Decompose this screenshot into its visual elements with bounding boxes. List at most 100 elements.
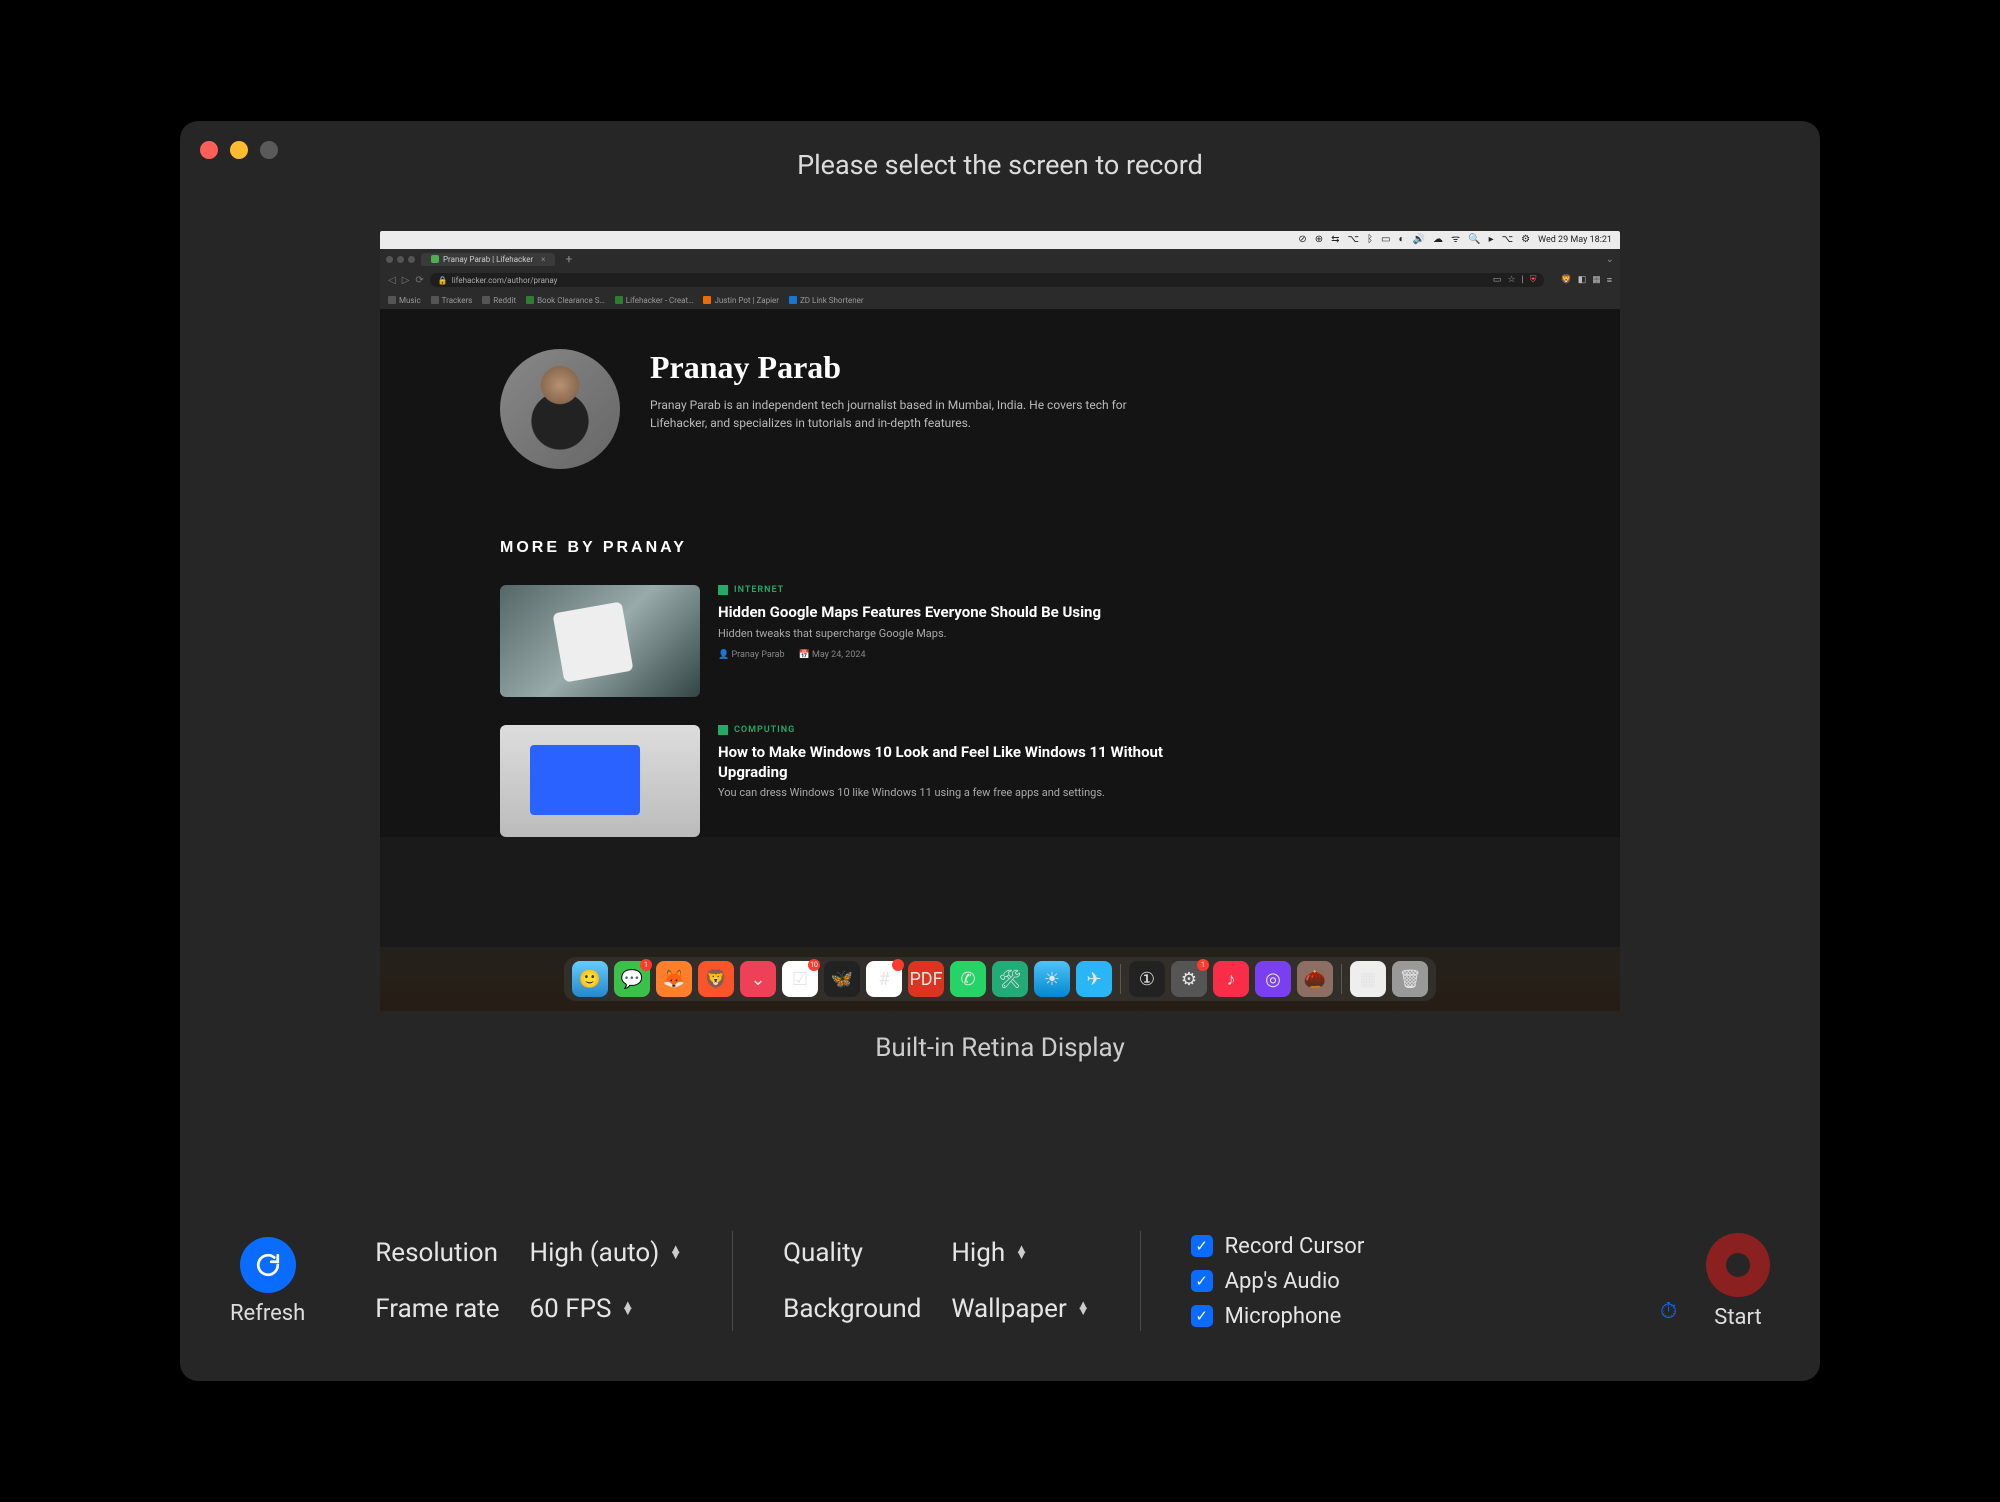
article-description: Hidden tweaks that supercharge Google Ma… <box>718 627 1101 640</box>
dock-app-tools: 🛠 <box>992 961 1028 997</box>
dock-app-butterfly: 🦋 <box>824 961 860 997</box>
screen-thumbnail[interactable]: ⊘ ⊕ ⇆ ⌥ ᛒ ▭ ◐ 🔊 ☁ ᯤ 🔍 ▸ ⌥ ⚙ Wed 29 May 1… <box>380 231 1620 1011</box>
browser-window-dot <box>386 256 393 263</box>
volume-icon: 🔊 <box>1413 235 1425 245</box>
article-author: Pranay Parab <box>731 650 784 660</box>
menubar-icon: ⌥ <box>1348 235 1360 245</box>
record-cursor-checkbox[interactable]: ✓ Record Cursor <box>1191 1234 1365 1259</box>
menubar-clock: Wed 29 May 18:21 <box>1538 235 1612 245</box>
bookmark-item: Reddit <box>493 296 516 305</box>
section-heading: MORE BY PRANAY <box>500 539 1500 557</box>
forward-icon: ▷ <box>402 275 410 286</box>
framerate-select[interactable]: 60 FPS ▲▼ <box>530 1294 683 1324</box>
calendar-icon: 📅 <box>799 650 810 660</box>
divider: | <box>1522 275 1524 285</box>
reload-icon: ⟳ <box>415 275 423 286</box>
refresh-icon <box>255 1252 281 1278</box>
close-window-button[interactable] <box>200 141 218 159</box>
checkbox-label: App's Audio <box>1225 1269 1340 1294</box>
start-record-button[interactable] <box>1706 1233 1770 1297</box>
close-tab-icon: × <box>541 255 545 264</box>
extension-icon: ◧ <box>1578 275 1587 286</box>
framerate-value: 60 FPS <box>530 1294 612 1324</box>
dock: 🙂 💬1 🦊 🦁 ⌄ ☑10 🦋 # PDF ✆ 🛠 ☀ ✈ ① ⚙1 <box>564 957 1436 1001</box>
quality-select[interactable]: High ▲▼ <box>951 1238 1089 1268</box>
background-value: Wallpaper <box>951 1294 1066 1324</box>
microphone-checkbox[interactable]: ✓ Microphone <box>1191 1304 1365 1329</box>
webpage-content: Pranay Parab Pranay Parab is an independ… <box>380 309 1620 837</box>
dock-app-pdf: PDF <box>908 961 944 997</box>
refresh-button[interactable] <box>240 1237 296 1293</box>
author-avatar <box>500 349 620 469</box>
battery-icon: ▭ <box>1381 235 1390 245</box>
bookmark-item: Trackers <box>442 296 473 305</box>
refresh-label: Refresh <box>230 1301 305 1326</box>
wifi-icon: ᯤ <box>1451 235 1460 245</box>
menu-icon: ≡ <box>1607 275 1612 286</box>
background-label: Background <box>783 1294 921 1324</box>
menubar-icon: ☁ <box>1433 235 1443 245</box>
dock-app-whatsapp: ✆ <box>950 961 986 997</box>
stepper-icon: ▲▼ <box>669 1247 682 1260</box>
article-title: Hidden Google Maps Features Everyone Sho… <box>718 603 1101 623</box>
address-bar: 🔒 lifehacker.com/author/pranay ▭ ☆ | ⛨ <box>430 273 1545 287</box>
resolution-label: Resolution <box>375 1238 499 1268</box>
app-audio-checkbox[interactable]: ✓ App's Audio <box>1191 1269 1365 1294</box>
dock-app-weather: ☀ <box>1034 961 1070 997</box>
bookmark-item: Book Clearance S… <box>537 296 605 305</box>
bookmark-item: Music <box>399 296 421 305</box>
minimize-window-button[interactable] <box>230 141 248 159</box>
bookmark-icon: ☆ <box>1507 275 1515 285</box>
checkbox-icon: ✓ <box>1191 1235 1213 1257</box>
extension-icon: 🦁 <box>1560 275 1571 286</box>
reader-icon: ▭ <box>1493 275 1502 285</box>
article-item: INTERNET Hidden Google Maps Features Eve… <box>500 585 1500 697</box>
article-description: You can dress Windows 10 like Windows 11… <box>718 786 1138 799</box>
window-title: Please select the screen to record <box>180 149 1820 181</box>
dock-app-podcast: ◎ <box>1255 961 1291 997</box>
author-name: Pranay Parab <box>650 349 1130 386</box>
menubar-icon: ⊘ <box>1298 235 1306 245</box>
menubar-icon: ▸ <box>1489 235 1494 245</box>
dock-app-firefox: 🦊 <box>656 961 692 997</box>
dock-app-acorn: 🌰 <box>1297 961 1333 997</box>
resolution-value: High (auto) <box>530 1238 660 1268</box>
resolution-select[interactable]: High (auto) ▲▼ <box>530 1238 683 1268</box>
bookmark-item: Justin Pot | Zapier <box>714 296 779 305</box>
background-select[interactable]: Wallpaper ▲▼ <box>951 1294 1089 1324</box>
browser-window-dot <box>408 256 415 263</box>
back-icon: ◁ <box>388 275 396 286</box>
category-badge-icon <box>718 725 728 735</box>
dock-app-slack: # <box>866 961 902 997</box>
extension-icon: ▦ <box>1592 275 1601 286</box>
new-tab-icon: + <box>565 252 572 266</box>
favicon-icon <box>431 255 439 263</box>
checkbox-icon: ✓ <box>1191 1305 1213 1327</box>
framerate-label: Frame rate <box>375 1294 499 1324</box>
article-item: COMPUTING How to Make Windows 10 Look an… <box>500 725 1500 837</box>
timer-icon[interactable]: ⏱ <box>1660 1299 1677 1324</box>
chevron-down-icon: ⌄ <box>1606 254 1614 265</box>
preview-area: ⊘ ⊕ ⇆ ⌥ ᛒ ▭ ◐ 🔊 ☁ ᯤ 🔍 ▸ ⌥ ⚙ Wed 29 May 1… <box>180 231 1820 1201</box>
shield-icon: ⛨ <box>1530 275 1537 285</box>
control-center-icon: ⚙ <box>1521 235 1530 245</box>
author-bio: Pranay Parab is an independent tech jour… <box>650 396 1130 432</box>
window-controls <box>200 141 278 159</box>
dock-app-telegram: ✈ <box>1076 961 1112 997</box>
category-label: COMPUTING <box>734 725 795 735</box>
browser-toolbar: ◁ ▷ ⟳ 🔒 lifehacker.com/author/pranay ▭ ☆… <box>380 269 1620 291</box>
dock-app-finder: 🙂 <box>572 961 608 997</box>
bookmark-item: Lifehacker - Creat… <box>626 296 694 305</box>
screen-name-label: Built-in Retina Display <box>875 1033 1125 1063</box>
dock-app-1password: ① <box>1129 961 1165 997</box>
article-thumbnail <box>500 585 700 697</box>
bluetooth-icon: ᛒ <box>1367 235 1373 245</box>
zoom-window-button[interactable] <box>260 141 278 159</box>
dock-app-music: ♪ <box>1213 961 1249 997</box>
dock-app-pocket: ⌄ <box>740 961 776 997</box>
app-window: Please select the screen to record ⊘ ⊕ ⇆… <box>180 121 1820 1381</box>
url-text: lifehacker.com/author/pranay <box>452 276 558 285</box>
controls-bar: Refresh Resolution High (auto) ▲▼ Frame … <box>180 1201 1820 1381</box>
stepper-icon: ▲▼ <box>621 1303 634 1316</box>
browser-window-dot <box>397 256 404 263</box>
